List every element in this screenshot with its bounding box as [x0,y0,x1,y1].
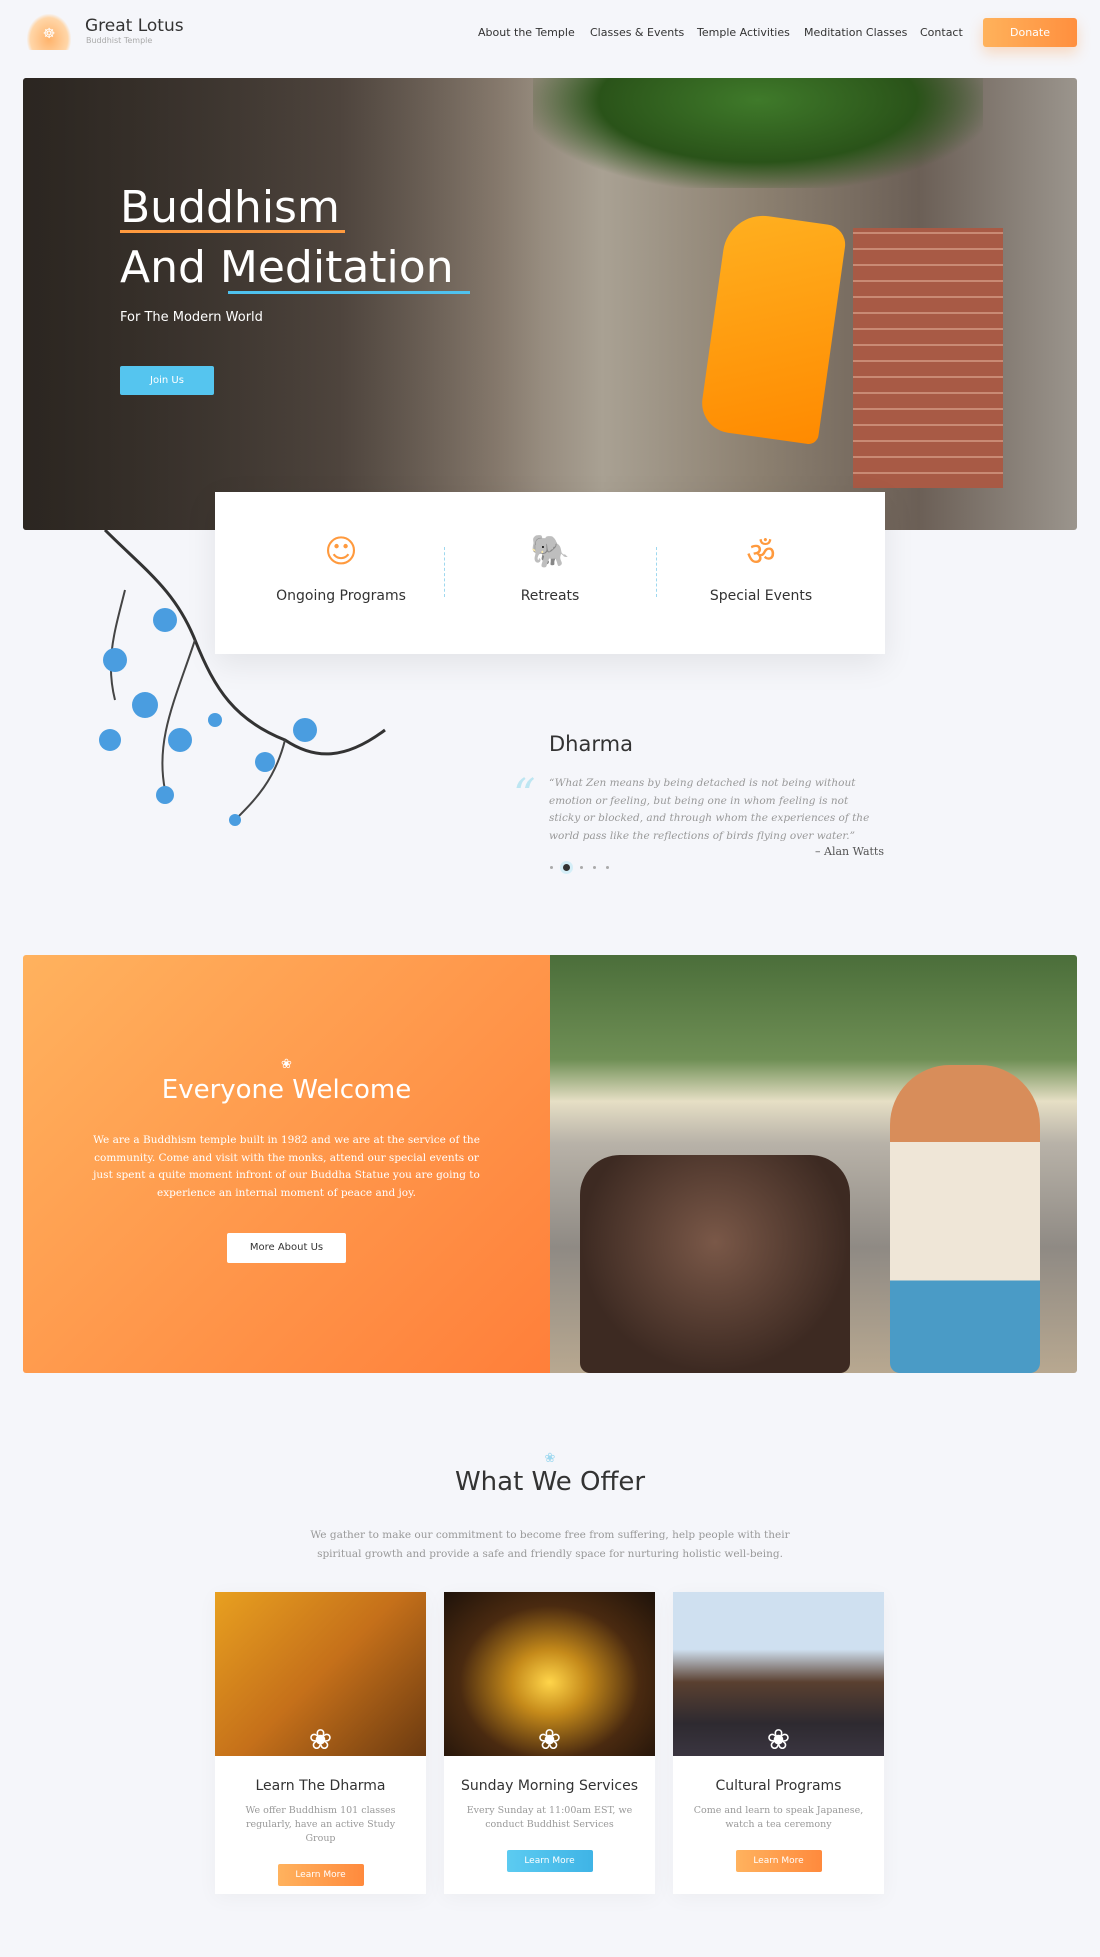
category-retreats[interactable]: 🐘 Retreats [444,532,656,604]
card-text: Come and learn to speak Japanese, watch … [693,1805,864,1830]
lotus-icon: ❀ [544,1451,556,1466]
card-text: We offer Buddhism 101 classes regularly,… [245,1805,396,1844]
card-image-temple-roof: ❀ [673,1592,884,1756]
category-special-events[interactable]: ॐ Special Events [655,532,867,604]
nav-contact[interactable]: Contact [920,26,963,39]
learn-more-button[interactable]: Learn More [506,1850,593,1872]
offer-card-cultural-programs: ❀ Cultural Programs Come and learn to sp… [673,1592,884,1894]
card-title: Sunday Morning Services [461,1778,638,1794]
lotus-icon: ❀ [766,1723,791,1756]
category-label: Ongoing Programs [276,588,406,604]
dharma-title: Dharma [549,732,633,756]
welcome-title: Everyone Welcome [161,1075,412,1105]
brand-tagline: Buddhist Temple [86,36,153,45]
photo-praying-woman [890,1065,1040,1373]
photo-incense-urn [580,1155,850,1373]
hero-banner: Buddhism And Meditation For The Modern W… [23,78,1077,530]
carousel-dot[interactable] [580,866,583,869]
hero-overlay [23,78,543,530]
card-image-buddha-statue: ❀ [444,1592,655,1756]
offer-card-sunday-services: ❀ Sunday Morning Services Every Sunday a… [444,1592,655,1894]
nav-classes-events[interactable]: Classes & Events [590,26,684,39]
elephant-icon: 🐘 [530,532,570,570]
nav-temple-activities[interactable]: Temple Activities [697,26,790,39]
carousel-dot[interactable] [593,866,596,869]
dharma-quote: “What Zen means by being detached is not… [549,777,870,842]
card-text: Every Sunday at 11:00am EST, we conduct … [466,1805,633,1830]
hero-photo-robe [698,210,848,446]
quote-author: – Alan Watts [815,845,884,858]
learn-more-button[interactable]: Learn More [735,1850,822,1872]
hero-title-line1: Buddhism [120,182,340,233]
nav-meditation-classes[interactable]: Meditation Classes [804,26,907,39]
card-title: Learn The Dharma [255,1778,386,1794]
offer-title: What We Offer [454,1467,646,1497]
category-label: Retreats [520,588,580,604]
hero-underline-orange [120,230,345,233]
quote-carousel-dots [550,864,609,871]
brand-name[interactable]: Great Lotus [85,16,184,36]
categories-card: ☺ Ongoing Programs 🐘 Retreats ॐ Special Eve… [215,492,885,654]
hero-title-line2: And Meditation [120,242,454,293]
om-icon: ॐ [746,535,776,573]
hero-underline-blue [228,291,470,294]
card-image-hands: ❀ [215,1592,426,1756]
carousel-dot[interactable] [606,866,609,869]
logo-icon[interactable]: ☸ [27,14,71,50]
welcome-text: We are a Buddhism temple built in 1982 a… [93,1134,480,1199]
donate-button[interactable]: Donate [983,18,1077,47]
carousel-dot[interactable] [550,866,553,869]
nav-about[interactable]: About the Temple [478,26,575,39]
quote-mark-icon: “ [513,770,536,821]
lotus-icon: ❀ [537,1723,562,1756]
welcome-photo [550,955,1077,1373]
join-us-button[interactable]: Join Us [120,366,214,395]
carousel-dot-active[interactable] [563,864,570,871]
offer-card-dharma: ❀ Learn The Dharma We offer Buddhism 101… [215,1592,426,1894]
category-label: Special Events [709,588,813,604]
hero-subtitle: For The Modern World [120,310,263,325]
more-about-us-button[interactable]: More About Us [227,1233,346,1263]
monk-icon: ☺ [324,532,358,570]
offer-description: We gather to make our commitment to beco… [310,1529,790,1560]
hero-photo-wall [853,228,1003,488]
card-title: Cultural Programs [715,1778,842,1794]
learn-more-button[interactable]: Learn More [277,1864,364,1886]
lotus-icon: ❀ [281,1057,292,1072]
lotus-icon: ❀ [308,1723,333,1756]
hero-photo-foliage [533,78,983,188]
category-ongoing-programs[interactable]: ☺ Ongoing Programs [235,532,447,604]
